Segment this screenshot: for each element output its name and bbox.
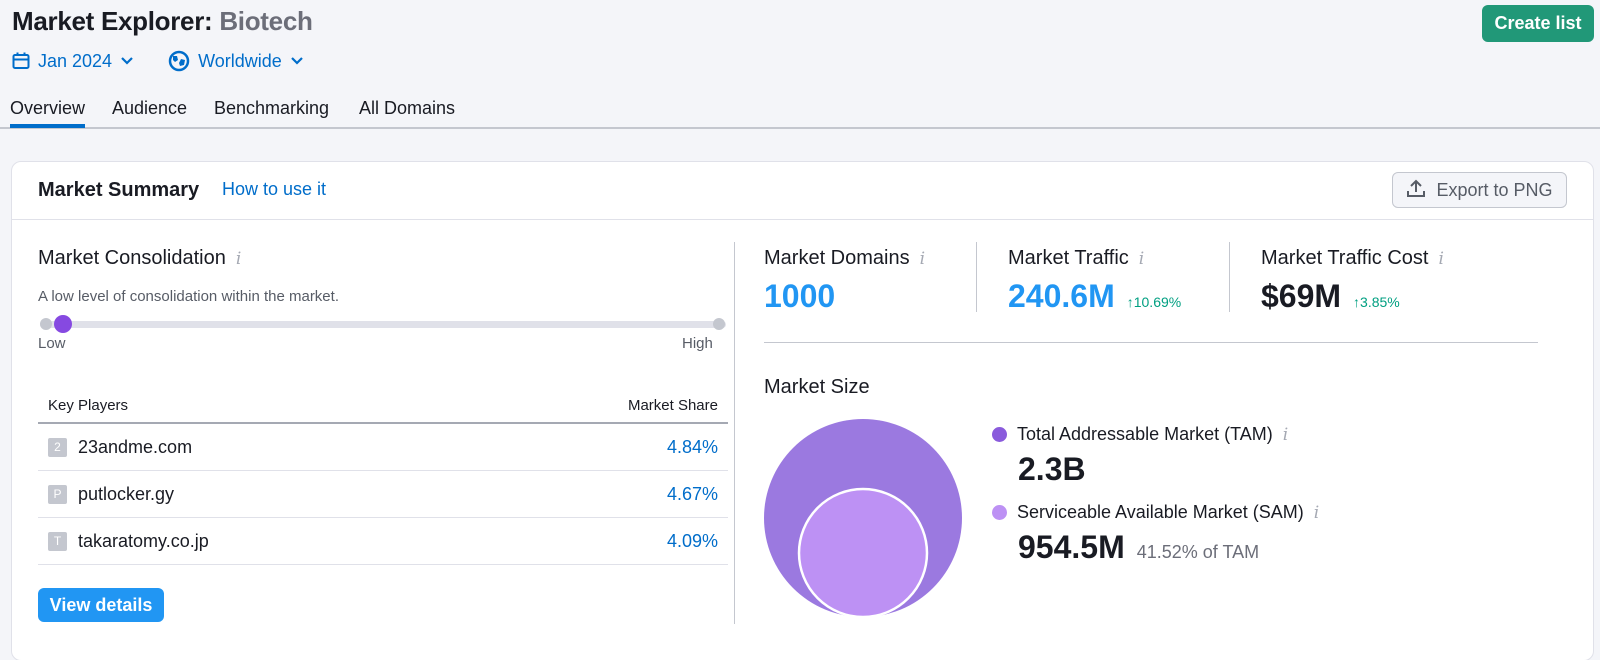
sam-label: Serviceable Available Market (SAM) [1017,502,1304,522]
metric-market-traffic: Market Traffic i 240.6M ↑10.69% [1008,247,1181,315]
page-title: Market Explorer: Biotech [12,6,313,37]
export-label: Export to PNG [1436,179,1553,200]
market-summary-card: Market Summary How to use it Export to P… [11,161,1594,660]
sam-value-row: 954.5M 41.52% of TAM [1018,529,1319,566]
metric-divider [1229,242,1230,312]
sam-value: 954.5M [1018,529,1125,565]
legend-sam: Serviceable Available Market (SAM) i [992,502,1319,523]
metric-value: $69M [1261,278,1342,314]
page-title-market: Biotech [219,6,313,36]
date-filter-label: Jan 2024 [38,50,113,71]
region-filter[interactable]: Worldwide [168,50,304,72]
sam-share-of-tam: 41.52% of TAM [1136,542,1260,562]
domain-link[interactable]: takaratomy.co.jp [78,531,209,552]
tab-overview[interactable]: Overview [10,98,86,128]
domain-link[interactable]: 23andme.com [78,437,192,458]
consolidation-end-marker [713,318,725,330]
market-share-value: 4.09% [666,530,718,551]
info-icon[interactable]: i [1139,249,1144,269]
metric-market-traffic-cost: Market Traffic Cost i $69M ↑3.85% [1261,247,1444,315]
metric-market-domains: Market Domains i 1000 [764,247,925,315]
market-size-venn [764,419,962,618]
metric-delta: ↑10.69% [1126,294,1182,310]
tam-value-row: 2.3B [1018,451,1319,488]
domain-link[interactable]: putlocker.gy [78,484,174,505]
tam-label: Total Addressable Market (TAM) [1017,424,1273,444]
chevron-down-icon [290,56,304,66]
sam-dot-icon [992,505,1007,520]
info-icon[interactable]: i [1438,249,1443,269]
consolidation-description: A low level of consolidation within the … [38,288,339,305]
metric-label: Market Traffic [1008,247,1129,269]
page-title-prefix: Market Explorer: [12,6,213,36]
consolidation-level-marker [53,315,72,333]
market-size-title: Market Size [764,376,870,398]
market-size-legend: Total Addressable Market (TAM) i 2.3B Se… [992,424,1319,566]
card-title: Market Summary [38,179,200,201]
metric-delta: ↑3.85% [1353,294,1400,310]
market-share-value: 4.67% [666,483,718,504]
info-icon[interactable]: i [236,249,241,269]
table-row: 2 23andme.com 4.84% [38,424,728,471]
favicon-icon: P [48,484,67,504]
table-row: T takaratomy.co.jp 4.09% [38,518,728,565]
region-filter-label: Worldwide [198,50,282,71]
favicon-icon: T [48,531,67,551]
how-to-use-link[interactable]: How to use it [222,179,326,200]
key-players-table: Key Players Market Share 2 23andme.com 4… [38,388,728,565]
view-details-button[interactable]: View details [38,588,164,622]
date-filter[interactable]: Jan 2024 [12,50,134,72]
market-share-value: 4.84% [666,436,718,457]
consolidation-track [40,321,726,328]
consolidation-title: Market Consolidation i [38,247,241,270]
info-icon[interactable]: i [1314,503,1319,523]
table-header: Key Players Market Share [38,388,728,424]
filters-bar: Jan 2024 Worldwide [12,50,304,72]
card-header: Market Summary How to use it Export to P… [12,162,1593,220]
slider-low-label: Low [38,335,66,352]
tab-all-domains[interactable]: All Domains [359,98,455,128]
info-icon[interactable]: i [1283,425,1288,445]
globe-icon [168,50,190,72]
slider-high-label: High [682,335,713,352]
metric-divider [976,242,977,312]
metric-value: 1000 [764,278,836,314]
consolidation-start-marker [40,318,52,330]
chevron-down-icon [120,56,134,66]
upload-icon [1406,178,1426,203]
table-row: P putlocker.gy 4.67% [38,471,728,518]
create-list-button[interactable]: Create list [1482,5,1594,42]
consolidation-title-text: Market Consolidation [38,247,226,269]
sam-circle [797,487,929,618]
tab-audience[interactable]: Audience [112,98,187,128]
metric-label: Market Traffic Cost [1261,247,1429,269]
metric-value: 240.6M [1008,278,1115,314]
column-divider [734,242,735,624]
tab-bar: Overview Audience Benchmarking All Domai… [0,96,1600,129]
col-key-players: Key Players [48,396,129,414]
legend-tam: Total Addressable Market (TAM) i [992,424,1319,445]
favicon-icon: 2 [48,437,67,457]
section-divider [764,342,1538,343]
tam-dot-icon [992,427,1007,442]
export-png-button[interactable]: Export to PNG [1392,172,1567,208]
tam-value: 2.3B [1018,451,1086,487]
calendar-icon [12,52,30,70]
metric-label: Market Domains [764,247,910,269]
tab-benchmarking[interactable]: Benchmarking [214,98,329,128]
col-market-share: Market Share [627,396,718,414]
info-icon[interactable]: i [920,249,925,269]
